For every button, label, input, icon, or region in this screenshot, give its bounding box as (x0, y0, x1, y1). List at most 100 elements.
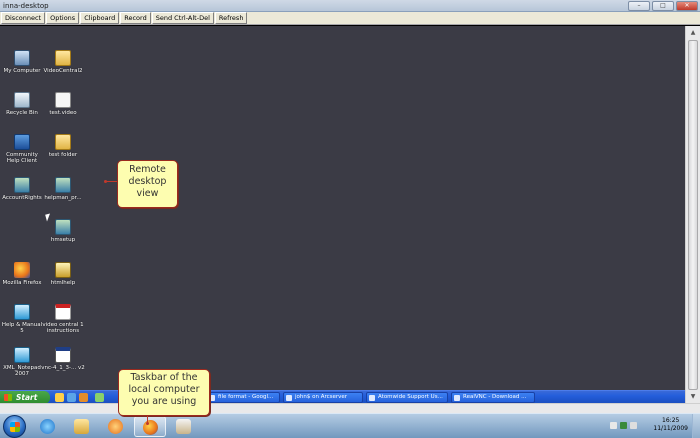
send-ctrl-alt-del-button[interactable]: Send Ctrl-Alt-Del (151, 12, 214, 24)
pinned-internet-explorer[interactable] (32, 416, 64, 437)
desktop-icon-my-computer[interactable]: My Computer (0, 50, 44, 74)
xml-notepad-icon (14, 347, 30, 363)
callout-local-taskbar: Taskbar of the local computer you are us… (118, 369, 210, 416)
minimize-button[interactable]: – (628, 1, 650, 11)
window-title-bar[interactable]: inna-desktop – □ ✕ (0, 0, 700, 12)
quick-launch-icon[interactable] (79, 393, 88, 402)
network-icon[interactable] (620, 422, 627, 429)
local-taskbar: 16:25 11/11/2009 (0, 413, 700, 438)
pinned-media-player[interactable] (100, 416, 132, 437)
setup-icon (14, 177, 30, 193)
desktop-icon-label: video central 1 instructions (42, 322, 84, 334)
pdf-icon (55, 304, 71, 320)
maximize-button[interactable]: □ (652, 1, 674, 11)
show-desktop-button[interactable] (692, 414, 700, 438)
callout-taskbar-text: Taskbar of the local computer you are us… (128, 372, 200, 407)
desktop-icon-xml-notepad[interactable]: XML_Notepad 2007 (0, 347, 44, 377)
mouse-pointer-icon (45, 213, 52, 222)
desktop-icon-label: hmsetup (50, 237, 76, 243)
vertical-scrollbar[interactable]: ▲ ▼ (685, 26, 700, 403)
record-button[interactable]: Record (120, 12, 151, 24)
desktop-icon-htmlhelp[interactable]: htmlhelp (41, 262, 85, 286)
desktop-icon-community-help-client[interactable]: Community Help Client (0, 134, 44, 164)
desktop-icon-vnc-installer[interactable]: vnc-4_1_3-... v2 (41, 347, 85, 371)
desktop-icon-recycle-bin[interactable]: Recycle Bin (0, 92, 44, 116)
task-icon (286, 395, 292, 401)
remote-desktop-view[interactable]: My Computer VideoCentral2 Recycle Bin te… (0, 26, 685, 390)
window-title: inna-desktop (3, 2, 49, 10)
desktop-icon-label: VideoCentral2 (43, 68, 83, 74)
computer-icon (14, 50, 30, 66)
start-orb-button[interactable] (3, 415, 26, 438)
callout-arrow (106, 181, 117, 182)
callout-remote-text: Remote desktop view (128, 164, 167, 199)
desktop-icon-label: Recycle Bin (6, 110, 38, 116)
desktop-icon-helpman-pr[interactable]: helpman_pr... (41, 177, 85, 201)
media-player-icon (108, 419, 123, 434)
remote-taskbar: Start file format - Googl... john$ on Ar… (0, 390, 685, 404)
desktop-icon-mozilla-firefox[interactable]: Mozilla Firefox (0, 262, 44, 286)
clock-time: 16:25 (662, 417, 680, 424)
quick-launch-icon[interactable] (67, 393, 76, 402)
system-tray: 16:25 11/11/2009 (600, 414, 700, 438)
folder-icon (55, 134, 71, 150)
remote-task-button[interactable]: Atomwide Support Us... (366, 392, 448, 403)
clipboard-button[interactable]: Clipboard (80, 12, 120, 24)
internet-explorer-icon (40, 419, 55, 434)
desktop-icon-label: Help & Manual 5 (1, 322, 43, 334)
desktop-icon-label: htmlhelp (50, 280, 76, 286)
setup-icon (55, 219, 71, 235)
desktop-icon-label: My Computer (3, 68, 41, 74)
firefox-icon (14, 262, 30, 278)
explorer-folder-icon (74, 419, 89, 434)
desktop-icon-label: AccountRights (2, 195, 42, 201)
pinned-windows-explorer[interactable] (66, 416, 98, 437)
window-controls: – □ ✕ (628, 1, 698, 11)
video-file-icon (55, 92, 71, 108)
desktop-icon-videocentral2[interactable]: VideoCentral2 (41, 50, 85, 74)
task-icon (369, 395, 375, 401)
desktop-icon-label: test folder (48, 152, 78, 158)
callout-remote-desktop: Remote desktop view (117, 160, 178, 208)
task-label: RealVNC - Download ... (463, 394, 527, 400)
desktop-icon-accountrights[interactable]: AccountRights (0, 177, 44, 201)
close-button[interactable]: ✕ (676, 1, 698, 11)
pinned-app[interactable] (168, 416, 200, 437)
desktop-icon-help-and-manual[interactable]: Help & Manual 5 (0, 304, 44, 334)
remote-task-button[interactable]: john$ on Arcserver (283, 392, 363, 403)
refresh-button[interactable]: Refresh (214, 12, 248, 24)
horizontal-scrollbar[interactable] (0, 403, 700, 413)
window-icon (55, 347, 71, 363)
task-label: john$ on Arcserver (295, 394, 348, 400)
clock[interactable]: 16:25 11/11/2009 (653, 417, 688, 433)
desktop-icon-video-central-instructions[interactable]: video central 1 instructions (41, 304, 85, 334)
recycle-bin-icon (14, 92, 30, 108)
desktop-icon-test-video[interactable]: test.video (41, 92, 85, 116)
setup-icon (55, 177, 71, 193)
desktop-icon-label: XML_Notepad 2007 (3, 365, 41, 377)
desktop-icon-hmsetup[interactable]: hmsetup (41, 219, 85, 243)
vnc-toolbar: Disconnect Options Clipboard Record Send… (0, 12, 700, 25)
html-help-icon (55, 262, 71, 278)
quick-launch-icon[interactable] (55, 393, 64, 402)
app-icon (176, 419, 191, 434)
disconnect-button[interactable]: Disconnect (1, 12, 46, 24)
scroll-down-icon[interactable]: ▼ (688, 391, 698, 402)
info-icon (14, 134, 30, 150)
tray-show-hidden-icon[interactable] (610, 422, 617, 429)
windows-logo-icon (10, 422, 20, 432)
volume-icon[interactable] (630, 422, 637, 429)
remote-task-button[interactable]: RealVNC - Download ... (451, 392, 535, 403)
pinned-firefox[interactable] (134, 416, 166, 437)
desktop-icon-test-folder[interactable]: test folder (41, 134, 85, 158)
remote-task-button[interactable]: file format - Googl... (206, 392, 280, 403)
scroll-up-icon[interactable]: ▲ (688, 27, 698, 38)
scrollbar-thumb[interactable] (688, 40, 698, 390)
help-manual-icon (14, 304, 30, 320)
quick-launch-icon[interactable] (95, 393, 104, 402)
task-label: Atomwide Support Us... (378, 394, 443, 400)
windows-flag-icon (4, 394, 12, 401)
callout-pointer (104, 180, 107, 183)
desktop-icon-label: test.video (49, 110, 77, 116)
options-button[interactable]: Options (46, 12, 80, 24)
